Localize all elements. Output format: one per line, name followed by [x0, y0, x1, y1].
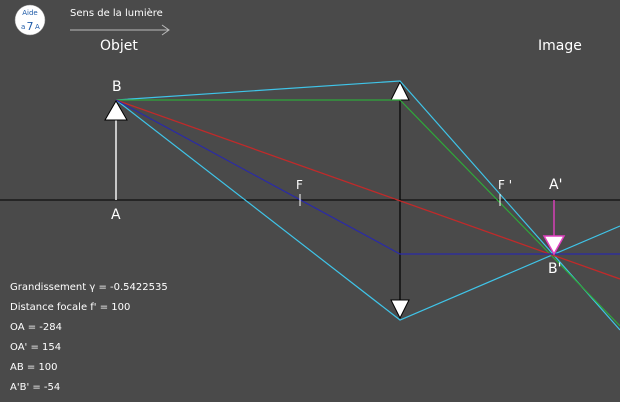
- point-B-label: B: [112, 79, 122, 95]
- focal-length-readout: Distance focale f' = 100: [10, 302, 130, 313]
- ray-red-center: [115, 99, 620, 280]
- help-logo-right-text: A: [35, 23, 40, 31]
- point-F-label: F: [296, 178, 303, 192]
- point-B-prime-label: B': [548, 261, 561, 277]
- ray-cyan-bottom: [115, 99, 620, 321]
- help-logo-top-text: Aide: [22, 9, 37, 17]
- point-A-label: A: [111, 207, 121, 223]
- point-F-prime-label: F ': [498, 178, 512, 192]
- OA-prime-readout: OA' = 154: [10, 342, 61, 353]
- optics-diagram: Sens de la lumière Objet Image B A F F '…: [0, 4, 620, 393]
- object-header: Objet: [100, 38, 138, 54]
- ray-cyan-top: [115, 80, 620, 331]
- measurements-panel: Grandissement γ = -0.5422535 Distance fo…: [10, 282, 168, 393]
- OA-readout: OA = -284: [10, 322, 62, 333]
- AB-readout: AB = 100: [10, 362, 58, 373]
- light-direction-label: Sens de la lumière: [70, 7, 163, 19]
- ray-blue-focal: [115, 99, 620, 255]
- help-logo-left-text: a: [21, 23, 25, 31]
- ray-green-parallel: [116, 99, 620, 327]
- help-logo-button[interactable]: Aide a 7 A: [14, 4, 46, 36]
- magnification-readout: Grandissement γ = -0.5422535: [10, 282, 168, 293]
- point-A-prime-label: A': [549, 177, 562, 193]
- A-prime-B-prime-readout: A'B' = -54: [10, 382, 60, 393]
- lens-top-arrowhead[interactable]: [390, 80, 410, 101]
- image-header: Image: [538, 38, 582, 54]
- help-logo-glyph: 7: [27, 20, 34, 33]
